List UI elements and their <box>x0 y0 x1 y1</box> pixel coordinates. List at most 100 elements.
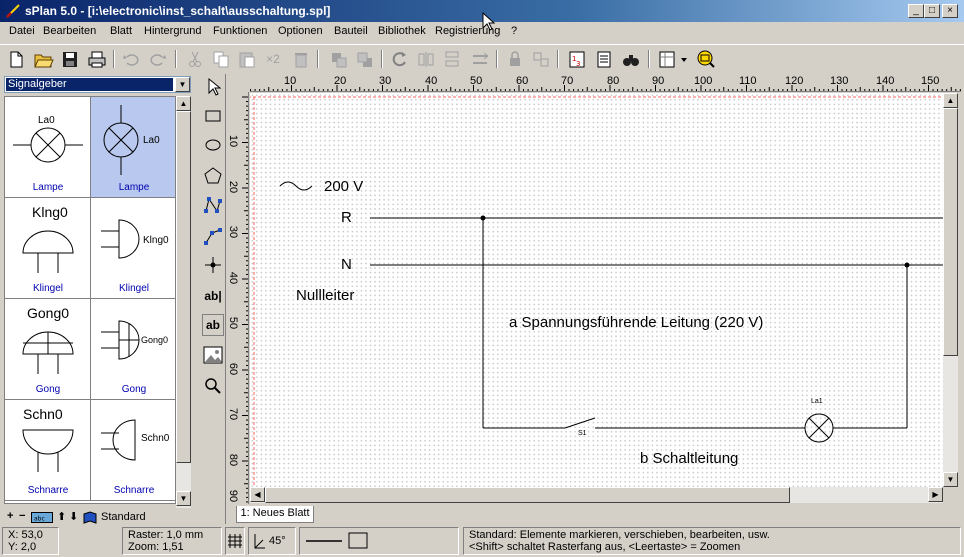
library-cell-lampe-vertical[interactable]: La0 Lampe <box>91 97 175 198</box>
page-setup-icon[interactable] <box>656 49 678 70</box>
bring-to-front-icon[interactable] <box>328 49 350 70</box>
undo-icon[interactable] <box>120 49 142 70</box>
scroll-thumb[interactable] <box>943 108 958 356</box>
library-scrollbar[interactable]: ▲ ▼ <box>176 96 191 508</box>
rotate-icon[interactable] <box>389 49 411 70</box>
duplicate-x2-button[interactable]: ×2 <box>262 49 284 70</box>
align-icon[interactable] <box>469 49 491 70</box>
wire-tool-icon[interactable] <box>202 225 224 247</box>
menu-bearbeiten[interactable]: Bearbeiten <box>43 25 96 37</box>
canvas-vscrollbar[interactable]: ▲ ▼ <box>943 93 958 487</box>
mirror-vertical-icon[interactable] <box>441 49 463 70</box>
ruler-label: 110 <box>739 75 757 87</box>
menu-optionen[interactable]: Optionen <box>278 25 323 37</box>
library-cell-klingel-horizontal[interactable]: Klng0 Klingel <box>91 198 175 299</box>
move-up-icon[interactable]: ⬆ <box>57 510 66 523</box>
menu-help[interactable]: ? <box>511 25 517 37</box>
parts-list-icon[interactable] <box>593 49 615 70</box>
library-cell-schnarre[interactable]: Schn0 Schnarre <box>5 400 91 501</box>
move-down-icon[interactable]: ⬇ <box>69 510 78 523</box>
switched-line-label[interactable]: b Schaltleitung <box>640 450 738 467</box>
chevron-down-icon[interactable]: ▼ <box>175 77 190 92</box>
scroll-right-icon[interactable]: ▶ <box>928 487 943 502</box>
ruler-ticks <box>242 96 248 503</box>
search-binoculars-icon[interactable] <box>620 49 642 70</box>
library-cell-klingel[interactable]: Klng0 Klingel <box>5 198 91 299</box>
ruler-label: 150 <box>921 75 940 87</box>
redo-icon[interactable] <box>147 49 169 70</box>
symbol-name: La0 <box>38 115 55 126</box>
zoom-fit-icon[interactable] <box>695 49 717 70</box>
scroll-up-icon[interactable]: ▲ <box>943 93 958 108</box>
main-toolbar: ×2 13 <box>0 44 964 72</box>
maximize-button[interactable]: □ <box>924 4 940 18</box>
menu-datei[interactable]: Datei <box>9 25 35 37</box>
remove-icon[interactable]: − <box>19 510 25 522</box>
lock-icon[interactable] <box>504 49 526 70</box>
canvas-hscrollbar[interactable]: ◀ ▶ <box>250 487 943 503</box>
save-icon[interactable] <box>59 49 81 70</box>
library-cell-gong-horizontal[interactable]: Gong0 Gong <box>91 299 175 400</box>
send-to-back-icon[interactable] <box>354 49 376 70</box>
menu-bibliothek[interactable]: Bibliothek <box>378 25 426 37</box>
switch-s1-label[interactable]: S1 <box>578 430 587 437</box>
scroll-down-icon[interactable]: ▼ <box>943 472 958 487</box>
paste-icon[interactable] <box>236 49 258 70</box>
scroll-up-icon[interactable]: ▲ <box>176 96 191 111</box>
line-r-label[interactable]: R <box>341 209 352 226</box>
text-tool[interactable]: ab| <box>202 285 224 307</box>
minimize-button[interactable]: _ <box>908 4 924 18</box>
library-cell-lampe[interactable]: La0 Lampe <box>5 97 91 198</box>
cut-icon[interactable] <box>184 49 206 70</box>
symbol-name: Klng0 <box>143 235 169 246</box>
select-arrow-icon[interactable] <box>202 76 224 98</box>
library-select[interactable]: Signalgeber ▼ <box>4 76 191 93</box>
drawing-canvas[interactable]: 200 V R N Nullleiter a Spannungsführende… <box>250 93 943 487</box>
textbox-tool[interactable]: ab <box>202 314 224 336</box>
mirror-horizontal-icon[interactable] <box>415 49 437 70</box>
junction-tool-icon[interactable] <box>202 254 224 276</box>
add-icon[interactable]: + <box>7 510 13 522</box>
page-setup-dropdown-icon[interactable] <box>678 49 690 70</box>
bezier-tool-icon[interactable] <box>202 194 224 216</box>
scroll-down-icon[interactable]: ▼ <box>176 491 191 506</box>
copy-icon[interactable] <box>210 49 232 70</box>
menu-funktionen[interactable]: Funktionen <box>213 25 267 37</box>
new-file-icon[interactable] <box>5 49 27 70</box>
menu-bauteil[interactable]: Bauteil <box>334 25 368 37</box>
neutral-label[interactable]: Nullleiter <box>296 287 354 304</box>
edit-library-icon[interactable]: abc <box>31 512 53 523</box>
print-icon[interactable] <box>86 49 108 70</box>
scroll-left-icon[interactable]: ◀ <box>250 487 265 502</box>
polygon-tool-icon[interactable] <box>202 165 224 187</box>
renumber-icon[interactable]: 13 <box>566 49 588 70</box>
grid-toggle-icon[interactable] <box>225 527 245 555</box>
ruler-horizontal: 10 20 30 40 50 60 70 80 90 100 110 120 1… <box>250 74 961 92</box>
menu-hintergrund[interactable]: Hintergrund <box>144 25 201 37</box>
lamp-la1-label[interactable]: La1 <box>811 398 823 405</box>
ruler-label: 20 <box>334 75 347 87</box>
scroll-thumb[interactable] <box>265 487 790 503</box>
sheet-tab[interactable]: 1: Neues Blatt <box>236 506 314 523</box>
rectangle-tool-icon[interactable] <box>202 105 224 127</box>
app-icon <box>6 4 20 18</box>
line-n-label[interactable]: N <box>341 256 352 273</box>
phase-line-label[interactable]: a Spannungsführende Leitung (220 V) <box>509 314 763 331</box>
delete-icon[interactable] <box>290 49 312 70</box>
voltage-label[interactable]: 200 V <box>324 178 363 195</box>
open-folder-icon[interactable] <box>32 49 54 70</box>
library-cell-gong[interactable]: Gong0 Gong <box>5 299 91 400</box>
close-button[interactable]: × <box>942 4 958 18</box>
angle-panel[interactable]: 45° <box>248 527 296 555</box>
scroll-thumb[interactable] <box>176 111 191 463</box>
menu-blatt[interactable]: Blatt <box>110 25 132 37</box>
library-cell-schnarre-horizontal[interactable]: Schn0 Schnarre <box>91 400 175 501</box>
ellipse-tool-icon[interactable] <box>202 134 224 156</box>
zoom-tool-icon[interactable] <box>202 375 224 397</box>
junction-dot <box>904 262 910 268</box>
image-tool-icon[interactable] <box>202 344 224 366</box>
book-icon <box>83 511 97 524</box>
line-style-panel[interactable] <box>299 527 459 555</box>
ruler-label: 60 <box>227 362 239 376</box>
group-icon[interactable] <box>530 49 552 70</box>
